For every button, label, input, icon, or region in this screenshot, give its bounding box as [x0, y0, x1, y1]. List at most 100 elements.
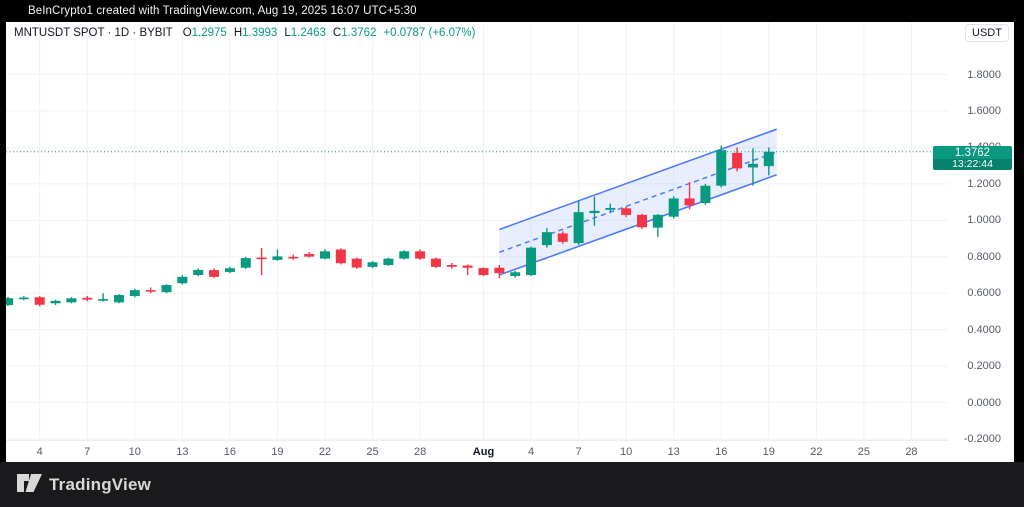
ohlc-item-value: +0.0787 (+6.07%) — [383, 27, 476, 39]
candle-body-down — [494, 267, 505, 274]
candle-body-up — [367, 262, 378, 267]
time-tick-label: 4 — [527, 446, 535, 458]
candle-body-down — [82, 297, 93, 300]
ohlc-values: O1.2975 H1.3993 L1.2463 C1.3762 +0.0787 (+6.… — [183, 27, 483, 39]
candle-body-down — [446, 264, 457, 267]
candle-body-up — [272, 256, 283, 260]
candlestick-plot[interactable] — [6, 22, 948, 440]
candle-body-up — [50, 300, 61, 304]
candle-body-up — [113, 295, 124, 303]
time-tick-label: Aug — [472, 446, 495, 458]
candle-body-up — [510, 272, 521, 276]
attribution-text: BeInCrypto1 created with TradingView.com… — [28, 5, 417, 17]
candle-body-up — [98, 299, 109, 301]
ohlc-item: +0.0787 (+6.07%) — [383, 27, 475, 39]
symbol-title[interactable]: MNTUSDT SPOT · 1D · BYBIT — [14, 27, 173, 39]
ohlc-item-letter: O — [182, 27, 192, 39]
candle-body-up — [383, 258, 394, 265]
ohlc-item-value: 1.2975 — [191, 27, 227, 39]
candle-body-down — [462, 265, 473, 268]
candle-body-up — [526, 247, 537, 276]
candle-body-up — [193, 269, 204, 276]
candle-body-down — [415, 251, 426, 259]
candle-body-up — [763, 151, 774, 167]
candle-body-down — [34, 297, 45, 305]
candle-body-down — [684, 198, 695, 206]
time-tick-label: 28 — [905, 446, 918, 458]
price-tick-label: 0.2000 — [967, 360, 1001, 373]
candle-body-down — [430, 258, 441, 267]
ohlc-item: H1.3993 — [234, 27, 278, 39]
price-tick-label: 1.0000 — [967, 214, 1001, 227]
price-tick-label: 0.8000 — [967, 250, 1001, 263]
currency-button[interactable]: USDT — [965, 24, 1009, 42]
chart-area[interactable]: MNTUSDT SPOT · 1D · BYBIT O1.2975 H1.3993 L… — [6, 22, 1014, 462]
price-tick-label: 1.2000 — [967, 177, 1001, 190]
time-tick-label: 22 — [810, 446, 823, 458]
candle-body-up — [573, 212, 584, 244]
time-tick-label: 28 — [413, 446, 427, 458]
candle-body-up — [129, 290, 140, 296]
candle-body-up — [541, 232, 552, 246]
time-axis[interactable]: 4 7 10 13 16 19 22 25 28 Aug 4 7 10 13 16 19 22 25 28 — [6, 440, 948, 462]
ohlc-item: L1.2463 — [284, 27, 326, 39]
tradingview-logo-icon[interactable] — [17, 473, 42, 496]
price-tick-label: 0.4000 — [967, 323, 1001, 336]
time-tick-label: 19 — [762, 446, 775, 458]
candle-body-down — [304, 254, 315, 257]
candle-body-up — [6, 298, 13, 306]
chart-legend: MNTUSDT SPOT · 1D · BYBIT O1.2975 H1.3993 L… — [14, 27, 483, 39]
candle-body-down — [209, 270, 220, 277]
candle-body-up — [240, 258, 251, 268]
time-tick-label: 19 — [271, 446, 284, 458]
candle-body-up — [66, 298, 77, 303]
candle-body-down — [145, 290, 156, 292]
footer-bar: TradingView — [0, 462, 1024, 507]
candle-body-up — [668, 198, 679, 217]
time-tick-label: 13 — [667, 446, 680, 458]
candle-body-down — [335, 249, 346, 264]
candle-body-up — [224, 268, 235, 272]
time-tick-label: 25 — [366, 446, 379, 458]
candle-body-up — [320, 251, 330, 259]
time-tick-label: 10 — [128, 446, 141, 458]
tradingview-wordmark[interactable]: TradingView — [49, 475, 151, 495]
time-tick-label: 16 — [715, 446, 728, 458]
candle-body-down — [256, 257, 267, 260]
price-tick-label: 1.8000 — [967, 68, 1001, 81]
candle-body-down — [288, 256, 299, 259]
candle-body-up — [652, 214, 663, 228]
bar-countdown: 13:22:44 — [933, 159, 1012, 170]
candle-body-up — [161, 285, 172, 293]
time-tick-label: 13 — [176, 446, 189, 458]
price-axis[interactable]: USDT 1.80001.60001.40001.20001.00000.800… — [948, 22, 1014, 462]
candle-body-up — [399, 251, 410, 259]
candle-body-down — [621, 208, 632, 215]
candle-body-up — [177, 276, 188, 284]
time-tick-label: 10 — [620, 446, 633, 458]
ohlc-item-letter: H — [233, 27, 243, 39]
candle-body-up — [747, 163, 758, 168]
candle-body-down — [478, 268, 489, 276]
ohlc-item: C1.3762 — [333, 27, 377, 39]
candle-body-up — [589, 210, 600, 214]
attribution-bar: BeInCrypto1 created with TradingView.com… — [0, 0, 1024, 22]
ohlc-item-value: 1.3762 — [341, 27, 377, 39]
price-tick-label: 0.0000 — [967, 396, 1001, 409]
ohlc-item-value: 1.3993 — [242, 27, 278, 39]
time-tick-label: 16 — [223, 446, 237, 458]
time-tick-label: 25 — [857, 446, 871, 458]
ohlc-item: O1.2975 — [183, 27, 227, 39]
time-tick-label: 7 — [84, 446, 91, 458]
time-tick-label: 7 — [575, 446, 582, 458]
price-tick-label: 1.6000 — [967, 104, 1001, 117]
price-tick-label: -0.2000 — [963, 433, 1001, 446]
candle-body-up — [716, 150, 727, 186]
time-tick-label: 22 — [318, 446, 332, 458]
candles-svg — [6, 22, 948, 440]
candle-body-up — [700, 185, 711, 204]
candle-body-down — [351, 258, 362, 268]
candle-body-down — [557, 233, 568, 242]
ohlc-item-value: 1.2463 — [290, 27, 326, 39]
candle-body-down — [732, 152, 743, 169]
